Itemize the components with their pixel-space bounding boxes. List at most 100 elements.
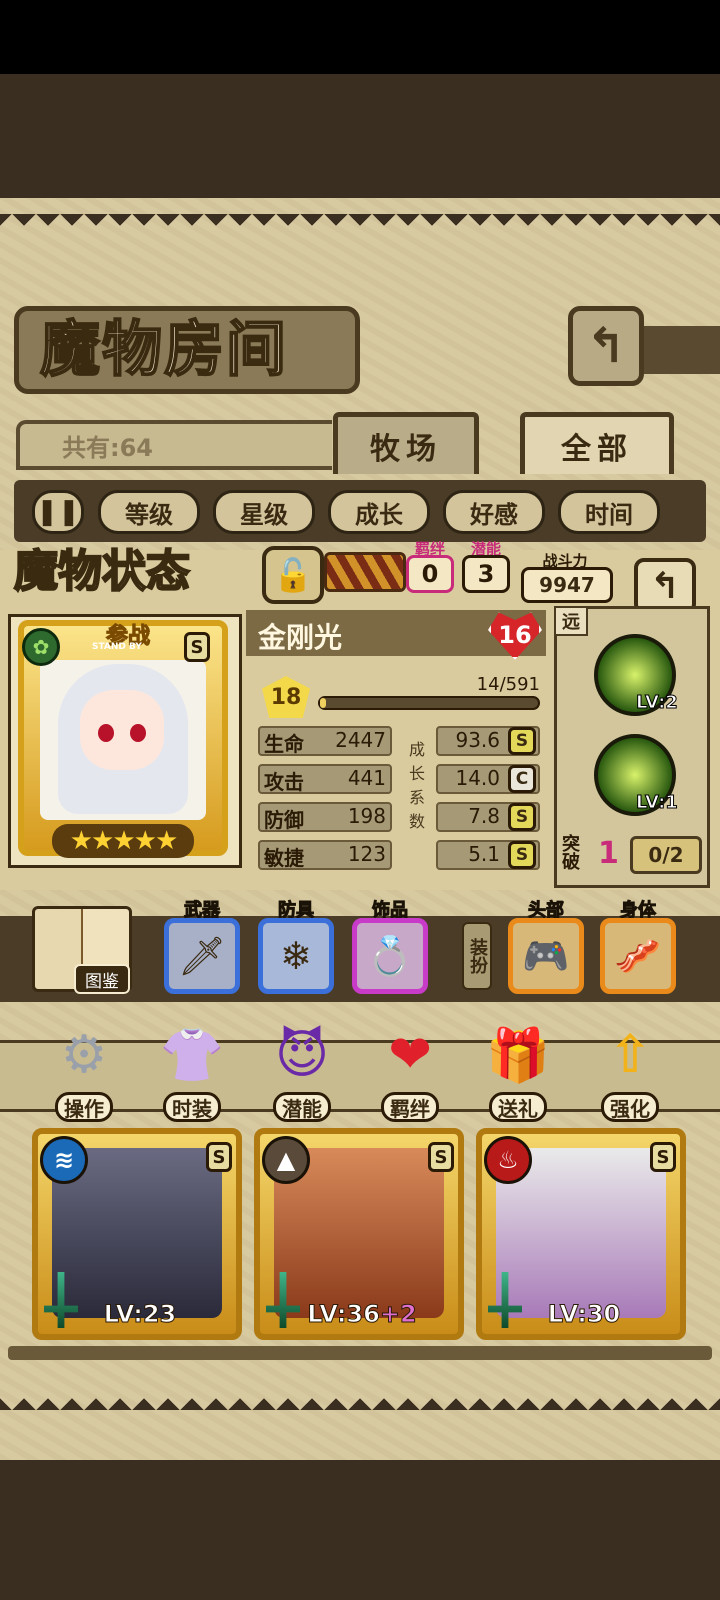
outfit-button[interactable]: 👚 时装 [152,1022,232,1122]
stat-label: 攻击 [264,770,304,794]
leaf-icon: ✿ [22,628,60,666]
potential-button[interactable]: 😈 潜能 [262,1022,342,1122]
stat-label: 生命 [264,732,304,756]
demon-icon: 😈 [274,1025,330,1085]
lock-button[interactable]: 🔓 [262,546,324,604]
portrait-eye-right [130,724,146,742]
outfit-icon: 👚 [159,1025,225,1086]
monster-card[interactable]: ♨ S LV:30 [476,1128,686,1340]
growth-char: 成 [408,740,425,759]
level-bonus: +2 [379,1300,417,1329]
sort-time-button[interactable]: 时间 [558,490,660,534]
monster-count: 共有:64 [62,434,153,462]
monster-card[interactable]: ≋ S LV:23 [32,1128,242,1340]
gift-label: 送礼 [489,1092,547,1122]
portrait-eye-left [98,724,114,742]
ring-icon: 💍 [366,933,414,978]
bond-action-label: 羁绊 [381,1092,439,1122]
growth-char: 数 [408,812,425,831]
growth-grade: S [508,727,536,755]
growth-value: 7.8 [468,804,500,828]
level-text: LV:23 [50,1300,230,1329]
status-title: 魔物状态 [13,545,191,598]
pause-icon: ❚❚ [36,497,80,527]
sort-order-button[interactable]: ❚❚ [32,490,84,534]
body-slot[interactable]: 🥓 [600,918,676,994]
rank-badge: S [428,1142,454,1172]
star-rating: ★★★★★ [52,824,194,858]
affection-value: 16 [498,621,532,649]
upgrade-arrows-icon: ⇧ [608,1025,652,1085]
operate-button[interactable]: ⚙ 操作 [44,1022,124,1122]
room-title: 魔物房间 [39,314,288,386]
skill-harp-icon[interactable]: LV:2 [594,634,679,716]
tab-ranch[interactable]: 牧场 [333,412,479,474]
growth-coefficient-label: 成 长 系 数 [408,738,426,834]
armor-slot[interactable]: ❄ [258,918,334,994]
back-button[interactable]: ↰ [568,306,644,386]
growth-char: 系 [408,788,425,807]
growth-value: 14.0 [455,766,500,790]
head-slot[interactable]: 🎮 [508,918,584,994]
growth-value: 5.1 [468,842,500,866]
water-icon: ≋ [40,1136,88,1184]
outfit-label: 时装 [163,1092,221,1122]
breakthrough-label: 突破 [562,834,580,873]
level-text: LV:30 [494,1300,674,1329]
growth-grade: S [508,841,536,869]
weapon-slot[interactable]: 🗡 [164,918,240,994]
level-value: LV:30 [547,1300,621,1329]
stat-value: 198 [347,804,386,828]
skill-level: LV:1 [636,792,679,814]
fire-icon: ♨ [484,1136,532,1184]
grid-bottom-border [8,1346,712,1360]
sword-icon: 🗡 [177,933,227,978]
potential-action-label: 潜能 [273,1092,331,1122]
skill-arrow-icon[interactable]: LV:1 [594,734,679,816]
sausage-icon: 🥓 [614,933,662,978]
codex-label: 图鉴 [74,964,130,994]
stat-value: 123 [347,842,386,866]
back-strip [638,326,720,374]
level-value: LV:23 [103,1300,177,1329]
lock-icon: 🔓 [273,556,313,594]
exp-text: 14/591 [476,674,540,695]
breakthrough-progress[interactable]: 0/2 [630,836,702,874]
stat-value: 441 [347,766,386,790]
sort-star-button[interactable]: 星级 [213,490,315,534]
ribbon-decoration [324,552,406,592]
exp-bar-fill [320,698,326,708]
back-arrow-icon: ↰ [649,565,681,607]
status-bar [0,0,720,74]
rank-badge: S [650,1142,676,1172]
sort-affection-button[interactable]: 好感 [443,490,545,534]
bond-button[interactable]: ❤ 羁绊 [370,1022,450,1122]
gamepad-icon: 🎮 [522,933,570,978]
monster-card[interactable]: ▲ S LV:36+2 [254,1128,464,1340]
stat-label: 防御 [264,808,304,832]
accessory-slot[interactable]: 💍 [352,918,428,994]
tab-all[interactable]: 全部 [520,412,674,474]
earth-icon: ▲ [262,1136,310,1184]
rank-badge: S [206,1142,232,1172]
level-text: LV:36+2 [272,1300,452,1329]
zigzag-edge-top [0,214,720,238]
enhance-label: 强化 [601,1092,659,1122]
zigzag-edge-bottom [0,1386,720,1410]
enhance-button[interactable]: ⇧ 强化 [590,1022,670,1122]
stat-value: 2447 [335,728,386,752]
operate-label: 操作 [55,1092,113,1122]
rank-badge: S [184,632,210,662]
stat-label: 敏捷 [264,846,304,870]
monster-name: 金刚光 [258,621,343,654]
standby-sub: STAND BY [92,642,142,652]
portrait-face [80,690,164,770]
range-label: 远 [554,606,588,636]
potential-value: 3 [462,555,510,593]
level-value: LV:36 [307,1300,380,1329]
gift-button[interactable]: 🎁 送礼 [478,1022,558,1122]
sort-level-button[interactable]: 等级 [98,490,200,534]
gear-icon: ⚙ [60,1025,108,1085]
skill-level: LV:2 [636,692,679,714]
sort-growth-button[interactable]: 成长 [328,490,430,534]
